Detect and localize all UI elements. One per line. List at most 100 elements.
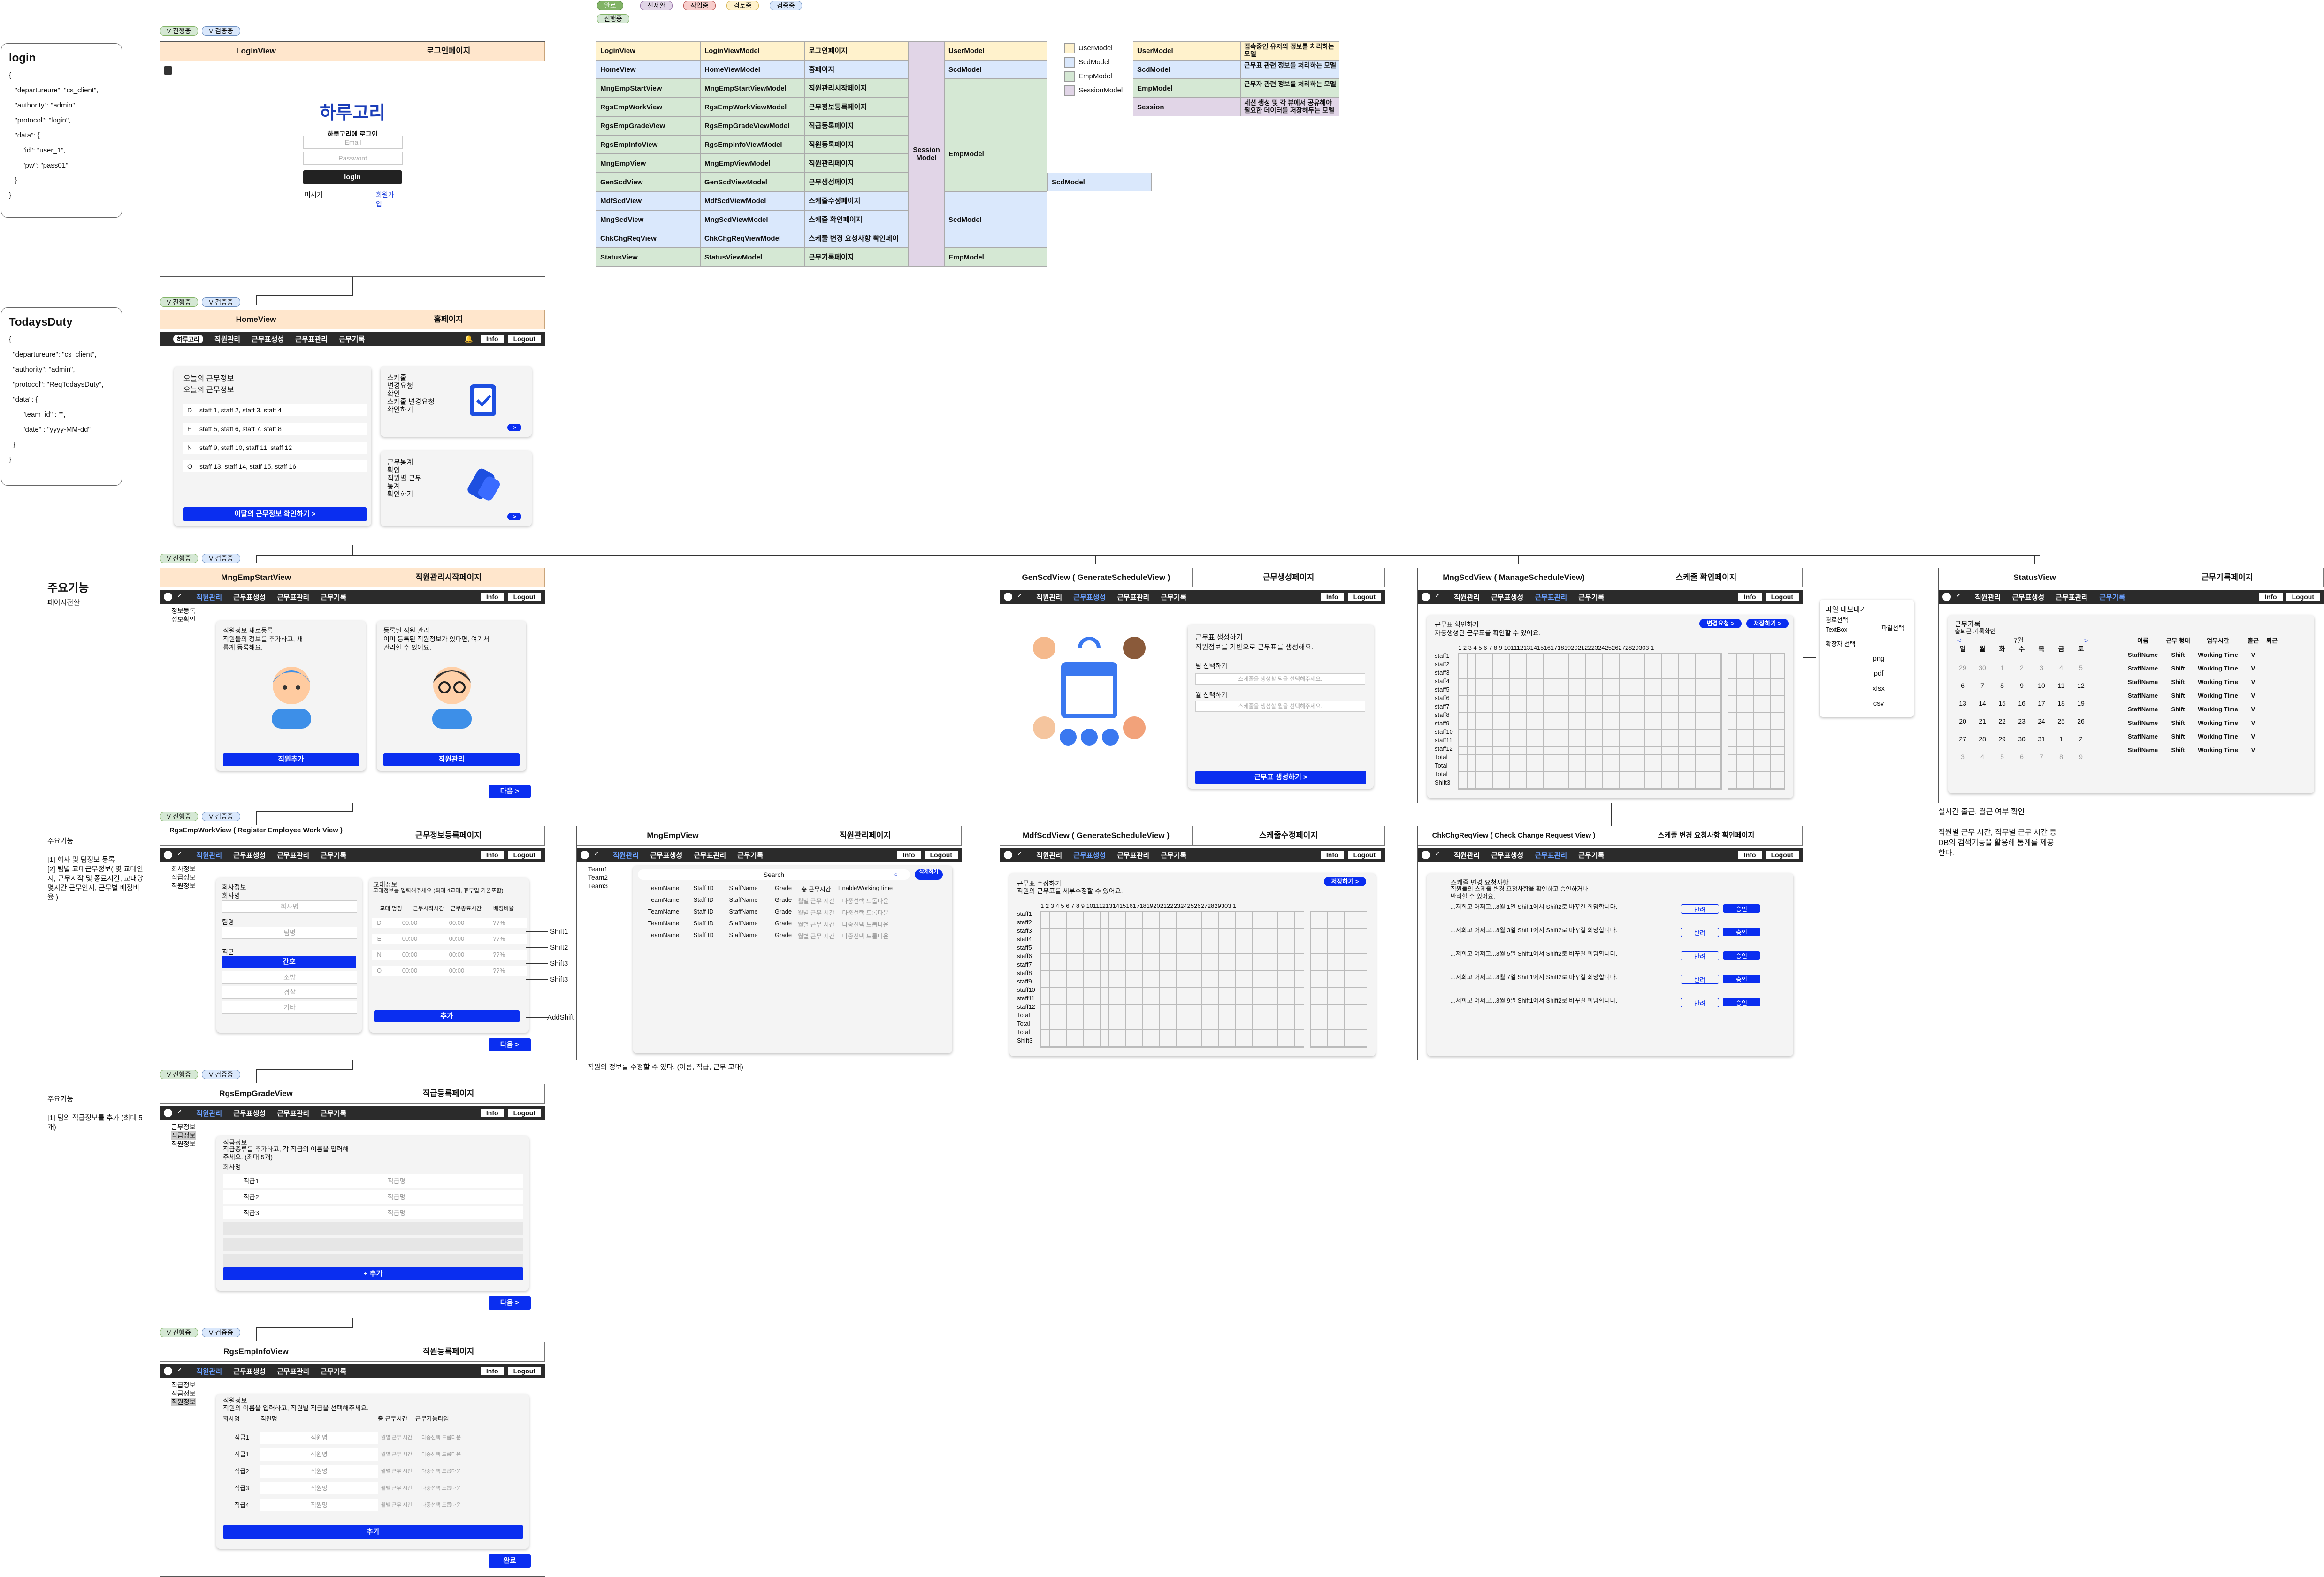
nav-emp[interactable]: 직원관리 bbox=[1454, 850, 1480, 860]
nav-gen[interactable]: 근무표생성 bbox=[1073, 592, 1106, 602]
name-input[interactable]: 직원명 bbox=[260, 1499, 378, 1511]
name-input[interactable]: 직원명 bbox=[260, 1432, 378, 1444]
logout-button[interactable]: Logout bbox=[507, 1367, 541, 1375]
grade-input[interactable]: 직급명 bbox=[279, 1206, 514, 1219]
day-cell[interactable]: 18 bbox=[2051, 700, 2071, 707]
add-grade-button[interactable]: + 추가 bbox=[223, 1267, 523, 1280]
job-option-police[interactable]: 경찰 bbox=[222, 986, 357, 999]
nav-gen[interactable]: 근무표생성 bbox=[1491, 850, 1523, 860]
day-cell[interactable]: 4 bbox=[1972, 753, 1992, 761]
next-month-icon[interactable]: > bbox=[2084, 637, 2088, 644]
time-dropdown[interactable]: 다중선택 드롭다운 bbox=[415, 1432, 467, 1444]
nav-mng[interactable]: 근무표관리 bbox=[1535, 850, 1567, 860]
next-button[interactable]: 다음 > bbox=[489, 785, 531, 798]
done-button[interactable]: 완료 bbox=[489, 1554, 531, 1568]
day-cell[interactable]: 4 bbox=[2051, 664, 2071, 671]
side-item-active[interactable]: 직급정보 bbox=[171, 1131, 196, 1140]
name-input[interactable]: 직원명 bbox=[260, 1448, 378, 1461]
day-cell[interactable]: 30 bbox=[2012, 735, 2032, 743]
ext-option[interactable]: pdf bbox=[1848, 666, 1909, 681]
next-button[interactable]: 다음 > bbox=[489, 1038, 531, 1051]
start-time[interactable]: 00:00 bbox=[386, 934, 433, 944]
day-cell[interactable]: 1 bbox=[2051, 735, 2071, 743]
approve-button[interactable]: 승인 bbox=[1723, 975, 1760, 983]
bell-icon[interactable]: 🔔 bbox=[464, 335, 473, 343]
side-item[interactable]: 정보확인 bbox=[171, 615, 196, 624]
grade-row[interactable]: 직급2 직급명 bbox=[223, 1190, 523, 1204]
nav-emp[interactable]: 직원관리 bbox=[1975, 592, 2001, 602]
start-time[interactable]: 00:00 bbox=[386, 966, 433, 976]
add-shift-button[interactable]: 추가 bbox=[374, 1010, 520, 1022]
schedule-grid[interactable] bbox=[1040, 911, 1304, 1048]
signup-link[interactable]: 회원가입 bbox=[376, 190, 399, 209]
name-input[interactable]: 직원명 bbox=[260, 1482, 378, 1494]
day-cell[interactable]: 3 bbox=[1953, 753, 1972, 761]
nav-gen[interactable]: 근무표생성 bbox=[233, 592, 266, 602]
grade-row[interactable] bbox=[223, 1238, 523, 1251]
grade-row[interactable] bbox=[223, 1222, 523, 1235]
side-item[interactable]: 직급정보 bbox=[171, 873, 196, 882]
reject-button[interactable]: 반려 bbox=[1681, 904, 1719, 914]
grade-select[interactable]: 직급1 bbox=[223, 1448, 260, 1461]
calendar[interactable]: 일 월 화 수 목 금 토 29 30 1 2 3 4 5 6 7 8 9 10 11 12 13 14 15 16 17 18 19… bbox=[1953, 644, 2094, 761]
change-request-button[interactable]: 변경요청 > bbox=[1699, 619, 1742, 628]
info-table[interactable]: 직급1 직원명 월별 근무 시간 다중선택 드롭다운 직급1 직원명 월별 근무 시간 다중선… bbox=[223, 1427, 523, 1511]
nav-mng[interactable]: 근무표관리 bbox=[277, 592, 309, 602]
hours-input[interactable]: 월별 근무 시간 bbox=[378, 1448, 415, 1461]
day-cell[interactable]: 2 bbox=[2071, 735, 2091, 743]
nav-mng[interactable]: 근무표관리 bbox=[1117, 850, 1149, 860]
side-item-active[interactable]: 직원정보 bbox=[171, 1398, 196, 1406]
day-cell[interactable]: 3 bbox=[2032, 664, 2051, 671]
info-row[interactable]: 직급1 직원명 월별 근무 시간 다중선택 드롭다운 bbox=[223, 1432, 523, 1444]
nav-rec[interactable]: 근무기록 bbox=[1161, 592, 1186, 602]
nav-gen[interactable]: 근무표생성 bbox=[650, 850, 682, 860]
logout-button[interactable]: Logout bbox=[1347, 851, 1381, 859]
logout-button[interactable]: Logout bbox=[1347, 593, 1381, 601]
logout-button[interactable]: Logout bbox=[924, 851, 958, 859]
team-item[interactable]: Team2 bbox=[588, 873, 608, 882]
grade-input[interactable]: 직급명 bbox=[279, 1174, 514, 1188]
hours-input[interactable]: 월별 근무 시간 bbox=[378, 1465, 415, 1478]
info-row[interactable]: 직급2 직원명 월별 근무 시간 다중선택 드롭다운 bbox=[223, 1465, 523, 1478]
shift-row[interactable]: N 00:00 00:00??% bbox=[372, 950, 527, 960]
day-cell[interactable]: 12 bbox=[2071, 682, 2091, 689]
nav-mng[interactable]: 근무표관리 bbox=[277, 1366, 309, 1376]
nav-rec[interactable]: 근무기록 bbox=[321, 1366, 346, 1376]
nav-rec[interactable]: 근무기록 bbox=[1578, 592, 1604, 602]
grade-input[interactable] bbox=[279, 1254, 514, 1267]
logout-button[interactable]: Logout bbox=[507, 1109, 541, 1117]
company-input[interactable]: 회사명 bbox=[222, 900, 357, 913]
ratio[interactable]: ??% bbox=[480, 934, 518, 944]
day-cell[interactable]: 5 bbox=[1992, 753, 2012, 761]
info-button[interactable]: Info bbox=[1738, 851, 1762, 859]
ratio[interactable]: ??% bbox=[480, 918, 518, 928]
nav-mng[interactable]: 근무표관리 bbox=[295, 334, 328, 344]
end-time[interactable]: 00:00 bbox=[433, 950, 480, 960]
nav-rec[interactable]: 근무기록 bbox=[737, 850, 763, 860]
grade-input[interactable] bbox=[279, 1222, 514, 1235]
day-cell[interactable]: 29 bbox=[1992, 735, 2012, 743]
nav-emp[interactable]: 직원관리 bbox=[196, 592, 222, 602]
day-cell[interactable]: 1 bbox=[1992, 664, 2012, 671]
day-cell[interactable]: 27 bbox=[1953, 735, 1972, 743]
add-employee-button[interactable]: 추가 bbox=[223, 1525, 523, 1539]
day-cell[interactable]: 23 bbox=[2012, 717, 2032, 725]
nav-mng[interactable]: 근무표관리 bbox=[1117, 592, 1149, 602]
logout-button[interactable]: Logout bbox=[2286, 593, 2320, 601]
day-cell[interactable]: 14 bbox=[1972, 700, 1992, 707]
logout-button[interactable]: Logout bbox=[1765, 593, 1799, 601]
grade-table[interactable]: 직급1 직급명 직급2 직급명 직급3 직급명 bbox=[223, 1172, 523, 1267]
team-item[interactable]: Team3 bbox=[588, 882, 608, 890]
end-time[interactable]: 00:00 bbox=[433, 918, 480, 928]
approve-button[interactable]: 승인 bbox=[1723, 904, 1760, 913]
grade-input[interactable] bbox=[279, 1238, 514, 1251]
info-button[interactable]: Info bbox=[1320, 851, 1344, 859]
month-select[interactable]: 스케줄을 생성할 월을 선택해주세요. bbox=[1195, 701, 1365, 712]
nav-rec[interactable]: 근무기록 bbox=[321, 592, 346, 602]
nav-gen[interactable]: 근무표생성 bbox=[1073, 850, 1106, 860]
emp-row[interactable]: TeamName Staff ID StaffName Grade 월별 근무 시간 다중… bbox=[638, 908, 948, 917]
info-button[interactable]: Info bbox=[480, 335, 504, 343]
ext-option[interactable]: csv bbox=[1848, 696, 1909, 711]
ratio[interactable]: ??% bbox=[480, 966, 518, 976]
team-item[interactable]: Team1 bbox=[588, 865, 608, 873]
